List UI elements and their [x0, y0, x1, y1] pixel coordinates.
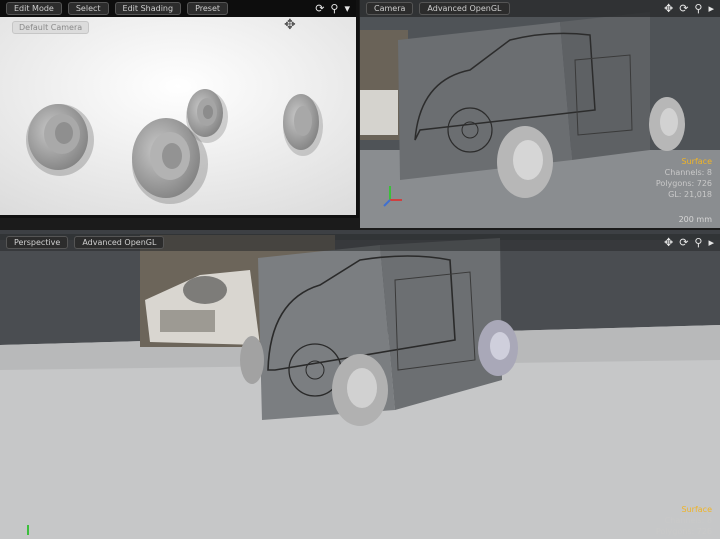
- perspective-scene: [0, 230, 720, 539]
- viewport-bottom-perspective[interactable]: Perspective Advanced OpenGL ✥ ⟳ ⚲ ▸ Surf…: [0, 230, 720, 539]
- menu-arrow-icon[interactable]: ▸: [708, 2, 714, 15]
- camera-label[interactable]: Default Camera: [12, 21, 90, 34]
- info-line: Channels: 8: [664, 168, 712, 177]
- tab-advanced-opengl[interactable]: Advanced OpenGL: [419, 2, 510, 15]
- tab-perspective[interactable]: Perspective: [6, 236, 69, 249]
- tab-advanced-opengl[interactable]: Advanced OpenGL: [74, 236, 165, 249]
- rotate-icon[interactable]: ⟳: [679, 2, 688, 15]
- rotate-icon[interactable]: ⟳: [315, 2, 324, 15]
- tab-preset[interactable]: Preset: [187, 2, 229, 15]
- menu-arrow-icon[interactable]: ▾: [344, 2, 350, 15]
- info-line: Surface: [681, 157, 712, 166]
- tab-edit-shading[interactable]: Edit Shading: [114, 2, 182, 15]
- top-left-toolbar: Edit Mode Select Edit Shading Preset: [0, 0, 356, 17]
- scale-readout: 200 mm: [678, 215, 712, 224]
- top-right-info-panel: Surface Channels: 8 Polygons: 726 GL: 21…: [656, 156, 712, 200]
- move-icon[interactable]: ✥: [664, 2, 673, 15]
- bottom-view-tools: ✥ ⟳ ⚲ ▸: [664, 236, 714, 249]
- tab-edit-mode[interactable]: Edit Mode: [6, 2, 62, 15]
- info-line: GL: 21,018: [668, 190, 712, 199]
- zoom-icon[interactable]: ⚲: [330, 2, 338, 15]
- viewport-top-left[interactable]: Edit Mode Select Edit Shading Preset ⟳ ⚲…: [0, 0, 359, 218]
- move-icon[interactable]: ✥: [664, 236, 673, 249]
- bottom-info-panel: Surface Channels: 8 Polygons: 726: [656, 504, 712, 537]
- wheel-1: [26, 104, 94, 176]
- zoom-icon[interactable]: ⚲: [694, 236, 702, 249]
- move-icon[interactable]: ✥: [284, 17, 296, 33]
- info-line: Polygons: 726: [655, 527, 712, 536]
- bottom-toolbar: Perspective Advanced OpenGL: [0, 234, 720, 251]
- tab-select[interactable]: Select: [67, 2, 109, 15]
- info-line: Polygons: 726: [655, 179, 712, 188]
- menu-arrow-icon[interactable]: ▸: [708, 236, 714, 249]
- info-line: Channels: 8: [664, 516, 712, 525]
- zoom-icon[interactable]: ⚲: [694, 2, 702, 15]
- viewport-top-right[interactable]: Camera Advanced OpenGL ✥ ⟳ ⚲ ▸ Surface C…: [360, 0, 720, 228]
- top-right-view-tools: ✥ ⟳ ⚲ ▸: [664, 2, 714, 15]
- top-left-view-tools: ⟳ ⚲ ▾: [315, 2, 350, 15]
- tab-camera[interactable]: Camera: [366, 2, 414, 15]
- info-line: Surface: [681, 505, 712, 514]
- rotate-icon[interactable]: ⟳: [679, 236, 688, 249]
